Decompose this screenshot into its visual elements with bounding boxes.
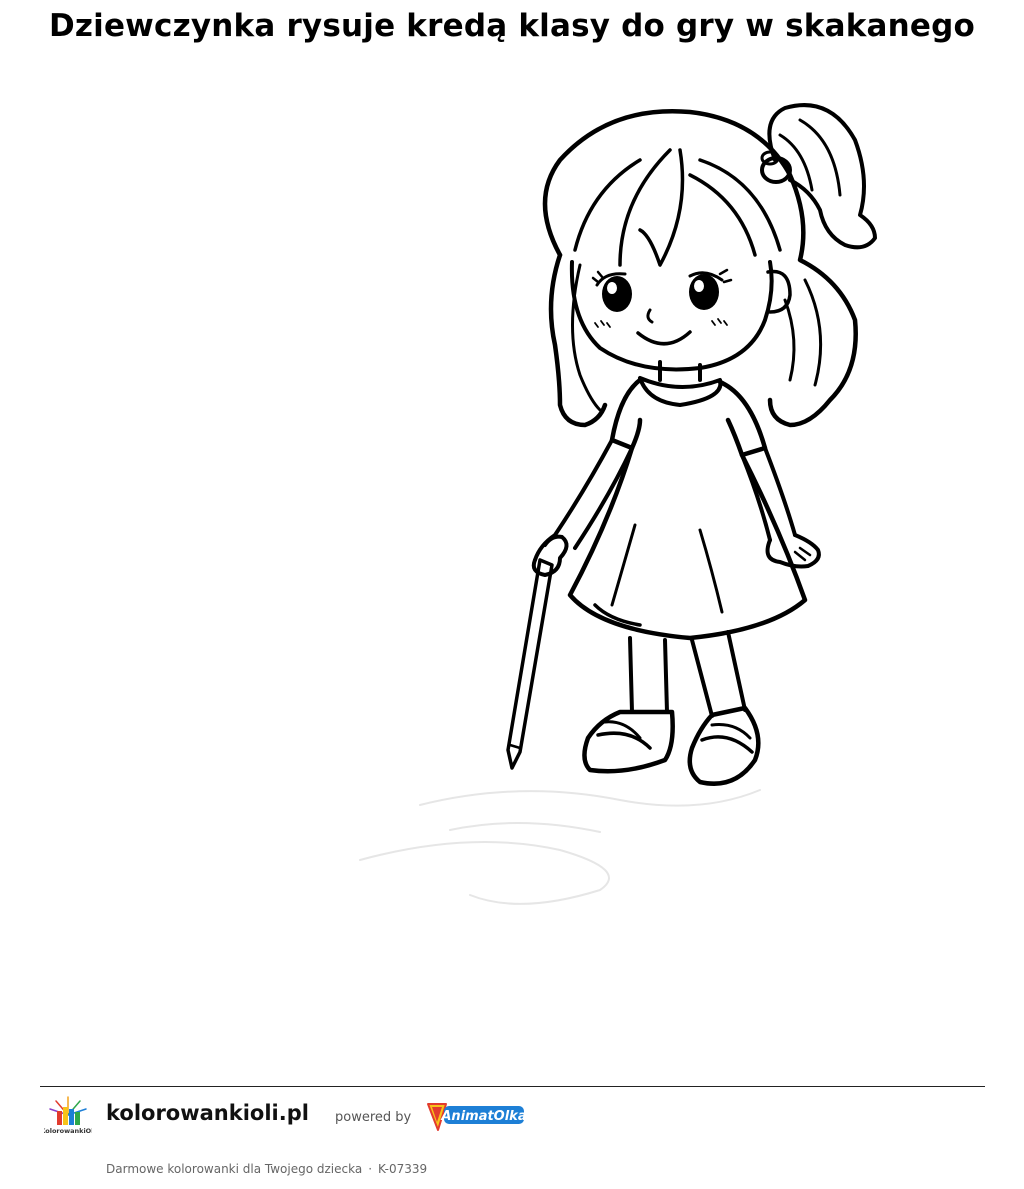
coloring-artwork bbox=[359, 103, 877, 905]
ponytail bbox=[767, 103, 877, 250]
footer-divider bbox=[40, 1086, 985, 1087]
legs bbox=[628, 636, 669, 714]
chalk-stick bbox=[506, 558, 554, 770]
dress bbox=[609, 377, 643, 451]
page-code: K-07339 bbox=[378, 1162, 428, 1176]
right-arm bbox=[740, 453, 772, 542]
site-logo-icon[interactable]: KolorowankiOli bbox=[44, 1093, 92, 1141]
left-shoe bbox=[582, 709, 675, 774]
smile bbox=[636, 330, 692, 346]
faint-chalk-marks bbox=[359, 789, 761, 905]
separator-dot: · bbox=[368, 1162, 373, 1176]
page-title: Dziewczynka rysuje kredą klasy do gry w … bbox=[48, 8, 976, 44]
powered-by-label: powered by bbox=[335, 1110, 412, 1125]
site-name[interactable]: kolorowankioli.pl bbox=[106, 1101, 309, 1125]
footer-tagline-row: Darmowe kolorowanki dla Twojego dziecka ·… bbox=[106, 1162, 427, 1176]
right-eye bbox=[689, 274, 719, 310]
right-shoe bbox=[687, 705, 761, 786]
tagline-text: Darmowe kolorowanki dla Twojego dziecka bbox=[106, 1162, 363, 1176]
site-logo-text: KolorowankiOli bbox=[44, 1127, 92, 1135]
partner-logo-icon[interactable]: AnimatOlka bbox=[424, 1098, 528, 1134]
left-eye bbox=[602, 276, 632, 312]
partner-logo-text: AnimatOlka bbox=[440, 1109, 526, 1124]
